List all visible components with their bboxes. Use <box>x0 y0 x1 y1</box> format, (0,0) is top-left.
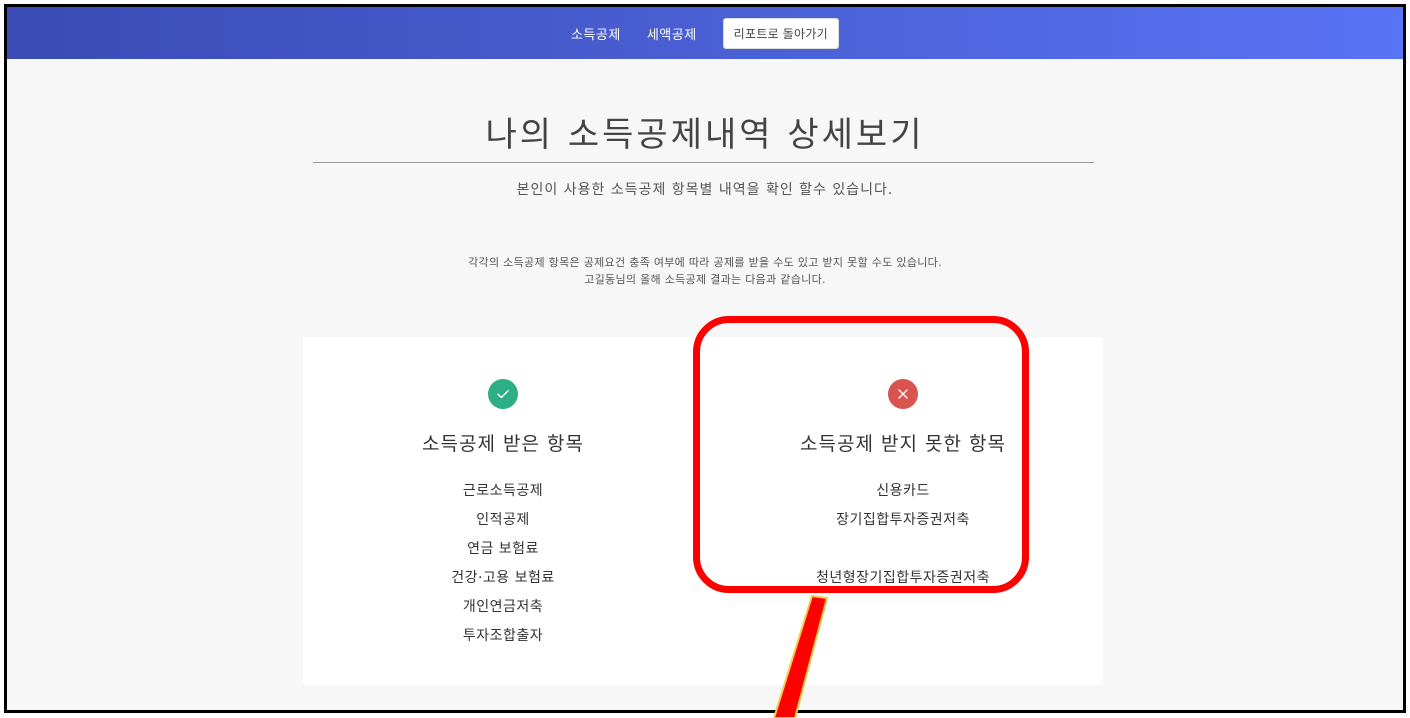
check-circle-icon <box>488 379 518 409</box>
list-item: 신용카드 <box>876 483 930 499</box>
page-subtitle: 본인이 사용한 소득공제 항목별 내역을 확인 할수 있습니다. <box>516 182 894 198</box>
notice-text: 각각의 소득공제 항목은 공제요건 충족 여부에 따라 공제를 받을 수도 있고… <box>7 254 1403 288</box>
app-frame: 소득공제 세액공제 리포트로 돌아가기 나의 소득공제내역 상세보기 본인이 사… <box>4 4 1406 713</box>
list-item: 투자조합출자 <box>462 628 544 644</box>
list-item: 개인연금저축 <box>462 599 544 615</box>
list-item: 청년형장기집합투자증권저축 <box>816 570 990 586</box>
nav-income-deduction[interactable]: 소득공제 <box>571 24 621 43</box>
list-item: 건강·고용 보험료 <box>451 570 555 586</box>
not-received-column: 소득공제 받지 못한 항목 신용카드 장기집합투자증권저축 청년형장기집합투자증… <box>703 337 1103 685</box>
x-circle-icon <box>888 379 918 409</box>
received-list: 근로소득공제 인적공제 연금 보험료 건강·고용 보험료 개인연금저축 투자조합… <box>303 477 703 651</box>
title-divider <box>313 162 1094 163</box>
received-title: 소득공제 받은 항목 <box>422 433 584 455</box>
back-to-report-button[interactable]: 리포트로 돌아가기 <box>722 17 840 49</box>
page-title: 나의 소득공제내역 상세보기 <box>485 115 925 155</box>
top-navigation: 소득공제 세액공제 리포트로 돌아가기 <box>7 7 1403 59</box>
list-item: 근로소득공제 <box>462 483 544 499</box>
list-item: 연금 보험료 <box>467 541 539 557</box>
received-column: 소득공제 받은 항목 근로소득공제 인적공제 연금 보험료 건강·고용 보험료 … <box>303 337 703 685</box>
nav-tax-credit[interactable]: 세액공제 <box>647 24 697 43</box>
notice-line-2: 고길동님의 올해 소득공제 결과는 다음과 같습니다. <box>584 273 826 286</box>
deduction-result-panel: 소득공제 받은 항목 근로소득공제 인적공제 연금 보험료 건강·고용 보험료 … <box>303 337 1103 685</box>
list-item: 장기집합투자증권저축 <box>836 512 970 528</box>
not-received-list: 신용카드 장기집합투자증권저축 청년형장기집합투자증권저축 <box>703 477 1103 593</box>
notice-line-1: 각각의 소득공제 항목은 공제요건 충족 여부에 따라 공제를 받을 수도 있고… <box>468 256 942 269</box>
list-item: 인적공제 <box>476 512 530 528</box>
not-received-title: 소득공제 받지 못한 항목 <box>800 433 1006 455</box>
